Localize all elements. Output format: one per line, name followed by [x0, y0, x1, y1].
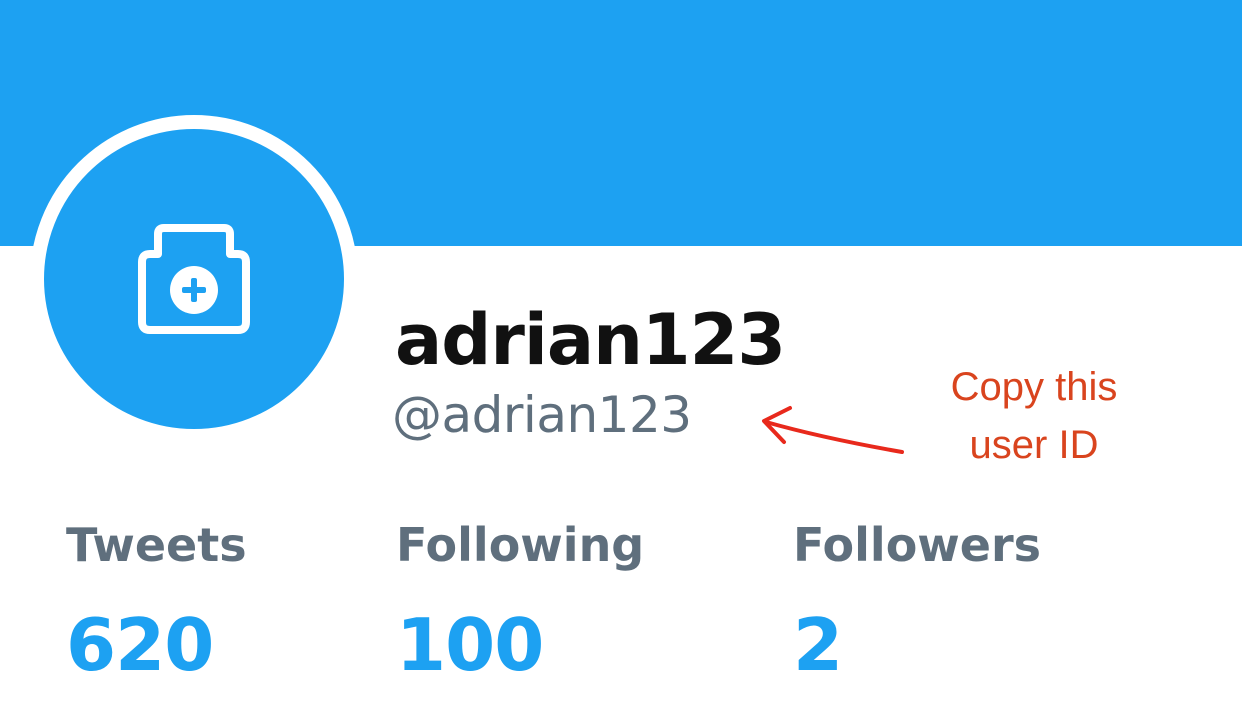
followers-stat[interactable]: Followers 2: [793, 515, 1041, 685]
arrow-left-icon: [762, 406, 904, 454]
following-stat[interactable]: Following 100: [396, 515, 644, 685]
followers-label: Followers: [793, 518, 1042, 572]
profile-page: adrian123 @adrian123 Copy this user ID T…: [0, 0, 1242, 718]
followers-count: 2: [793, 603, 843, 687]
tweets-count: 620: [66, 603, 214, 687]
profile-avatar-button[interactable]: [30, 115, 358, 443]
display-name: adrian123: [395, 299, 786, 381]
tweets-label: Tweets: [66, 518, 247, 572]
user-handle[interactable]: @adrian123: [392, 385, 692, 445]
annotation-line-1: Copy this: [950, 365, 1118, 409]
camera-plus-icon: [138, 224, 250, 334]
annotation-callout: Copy this user ID: [925, 358, 1143, 474]
following-count: 100: [396, 603, 544, 687]
following-label: Following: [396, 518, 645, 572]
tweets-stat[interactable]: Tweets 620: [66, 515, 247, 685]
annotation-line-2: user ID: [969, 423, 1099, 467]
